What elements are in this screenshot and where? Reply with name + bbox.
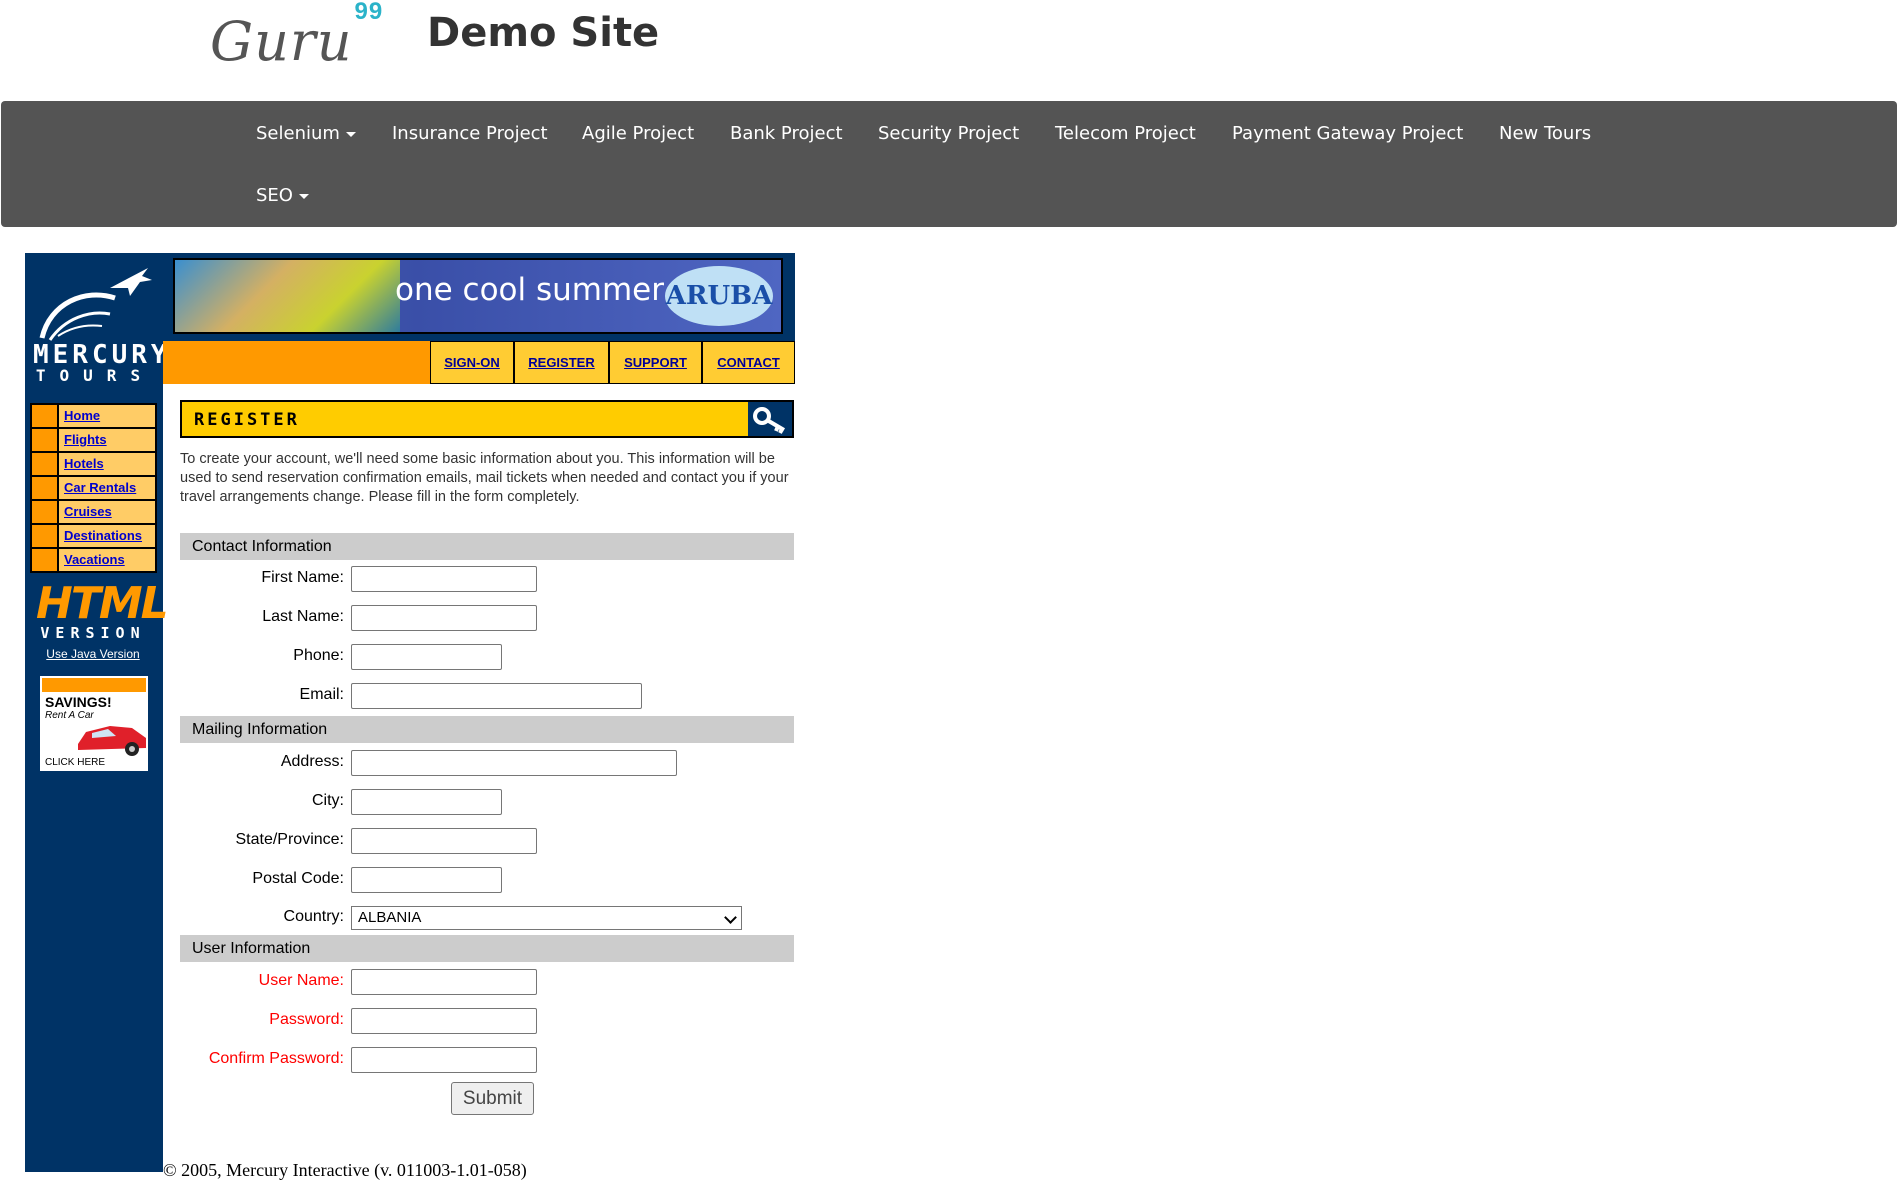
side-menu-item: Flights (32, 429, 155, 451)
key-icon (753, 407, 786, 434)
nav-item-selenium[interactable]: Selenium (256, 123, 356, 144)
password-label: Password: (269, 1011, 344, 1028)
last-name-label: Last Name: (262, 608, 344, 625)
country-label: Country: (283, 908, 344, 925)
city-input[interactable] (351, 789, 502, 815)
side-menu-item: Cruises (32, 501, 155, 523)
nav-item-payment-gateway[interactable]: Payment Gateway Project (1232, 123, 1463, 144)
banner-photo (175, 260, 400, 332)
country-selected-value: ALBANIA (358, 909, 422, 926)
key-icon-box (748, 402, 792, 436)
contact-link[interactable]: CONTACT (702, 341, 795, 384)
nav-item-label: SEO (256, 185, 293, 206)
phone-label: Phone: (293, 647, 344, 664)
guru99-logo-sup: 99 (354, 0, 384, 25)
side-menu: Home Flights Hotels Car Rentals Cruises … (30, 403, 157, 573)
nav-item-telecom[interactable]: Telecom Project (1055, 123, 1196, 144)
copyright-footer: © 2005, Mercury Interactive (v. 011003-1… (163, 1160, 527, 1180)
side-link-home[interactable]: Home (59, 405, 100, 427)
register-heading: REGISTER (194, 410, 300, 430)
country-select[interactable]: ALBANIA (351, 906, 742, 930)
support-link[interactable]: SUPPORT (609, 341, 702, 384)
caret-down-icon (298, 193, 309, 199)
red-car-icon (78, 726, 146, 756)
email-input[interactable] (351, 683, 642, 709)
phone-input[interactable] (351, 644, 502, 670)
side-link-vacations[interactable]: Vacations (59, 549, 125, 571)
state-province-input[interactable] (351, 828, 537, 854)
nav-item-label: Selenium (256, 123, 340, 144)
nav-item-security[interactable]: Security Project (878, 123, 1019, 144)
user-information-header: User Information (180, 935, 794, 962)
contact-information-header: Contact Information (180, 533, 794, 560)
side-link-flights[interactable]: Flights (59, 429, 107, 451)
mailing-information-header: Mailing Information (180, 716, 794, 743)
banner-text: one cool summer (395, 272, 664, 308)
register-intro-text: To create your account, we'll need some … (180, 451, 789, 505)
nav-item-bank[interactable]: Bank Project (730, 123, 843, 144)
password-input[interactable] (351, 1008, 537, 1034)
aruba-logo: ARUBA (665, 266, 773, 326)
side-link-car-rentals[interactable]: Car Rentals (59, 477, 136, 499)
side-menu-item: Vacations (32, 549, 155, 571)
side-menu-item: Destinations (32, 525, 155, 547)
confirm-password-input[interactable] (351, 1047, 537, 1073)
caret-down-icon (345, 131, 356, 137)
first-name-label: First Name: (261, 569, 344, 586)
nav-item-new-tours[interactable]: New Tours (1499, 123, 1591, 144)
first-name-input[interactable] (351, 566, 537, 592)
nav-item-agile[interactable]: Agile Project (582, 123, 694, 144)
postal-code-label: Postal Code: (252, 870, 344, 887)
side-link-hotels[interactable]: Hotels (59, 453, 104, 475)
sign-on-link[interactable]: SIGN-ON (430, 341, 514, 384)
guru99-logo[interactable]: Guru99 (210, 0, 382, 73)
side-menu-item: Hotels (32, 453, 155, 475)
side-link-destinations[interactable]: Destinations (59, 525, 142, 547)
register-heading-bar: REGISTER (180, 400, 794, 438)
confirm-password-label: Confirm Password: (208, 1050, 344, 1067)
last-name-input[interactable] (351, 605, 537, 631)
user-name-label: User Name: (258, 972, 344, 989)
nav-item-seo[interactable]: SEO (256, 185, 309, 206)
postal-code-input[interactable] (351, 867, 502, 893)
register-link[interactable]: REGISTER (514, 341, 609, 384)
html-version-label: VERSION (40, 624, 146, 642)
top-navbar: Selenium Insurance Project Agile Project… (1, 101, 1897, 227)
state-province-label: State/Province: (235, 831, 345, 848)
email-label: Email: (299, 686, 344, 703)
side-menu-item: Home (32, 405, 155, 427)
address-label: Address: (280, 753, 344, 770)
aruba-banner-ad[interactable]: one cool summer ARUBA (173, 258, 783, 334)
submit-button[interactable]: Submit (451, 1082, 534, 1115)
nav-item-insurance[interactable]: Insurance Project (392, 123, 548, 144)
chevron-down-icon (724, 911, 737, 924)
guru99-logo-text: Guru (210, 10, 353, 73)
tours-logo-word: TOURS (35, 366, 155, 385)
side-menu-item: Car Rentals (32, 477, 155, 499)
city-label: City: (312, 792, 344, 809)
page-title: Demo Site (427, 10, 660, 56)
address-input[interactable] (351, 750, 677, 776)
user-name-input[interactable] (351, 969, 537, 995)
side-link-cruises[interactable]: Cruises (59, 501, 112, 523)
